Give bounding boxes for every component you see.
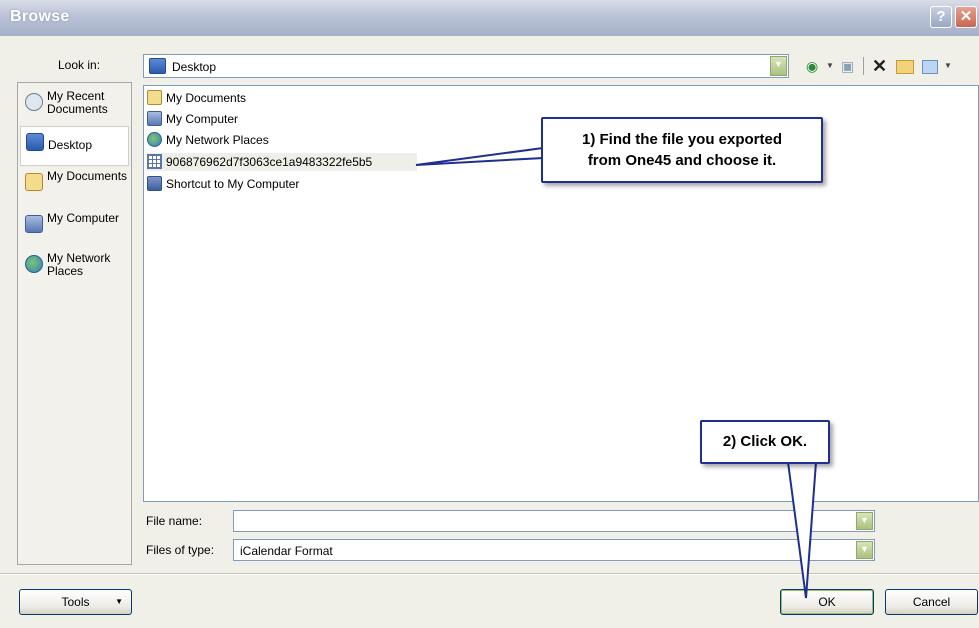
- callout-step-1: 1) Find the file you exported from One45…: [541, 117, 823, 183]
- callout-step-2-text: 2) Click OK.: [722, 433, 808, 450]
- callout-pointers: [415, 146, 818, 599]
- callout-step-2: 2) Click OK.: [700, 420, 830, 464]
- callout-step-1-line-2: from One45 and choose it.: [587, 152, 777, 169]
- callout-2-pointer: [786, 461, 818, 599]
- callout-1-pointer: [415, 146, 544, 166]
- callout-step-1-line-1: 1) Find the file you exported: [581, 131, 783, 148]
